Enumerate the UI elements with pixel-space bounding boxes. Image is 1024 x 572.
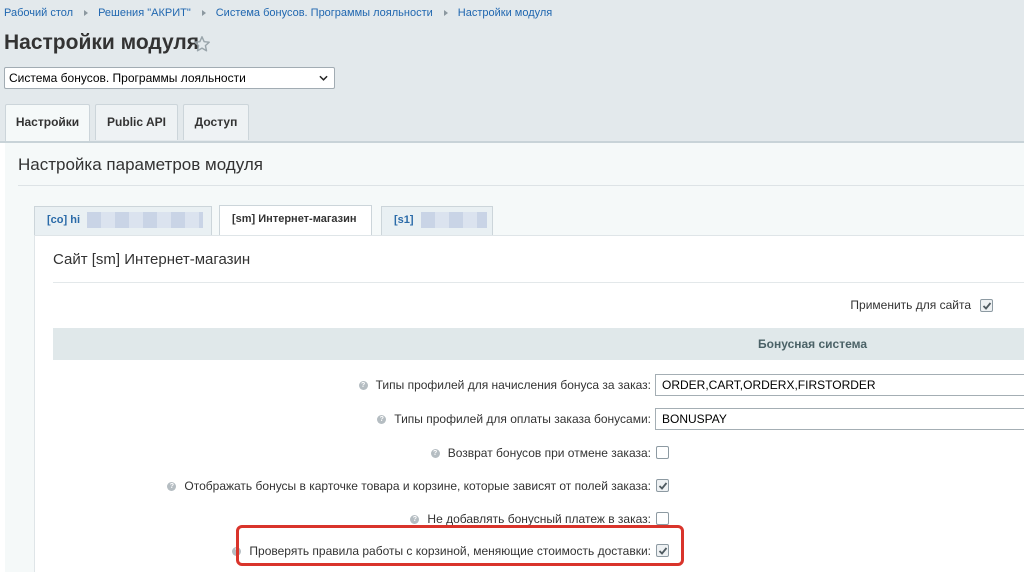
field-label-show-bonuses: ? Отображать бонусы в карточке товара и … — [167, 479, 651, 493]
field-label-no-bonus-payment: ? Не добавлять бонусный платеж в заказ: — [410, 512, 651, 526]
show-bonuses-checkbox[interactable] — [656, 479, 669, 492]
section-divider — [18, 185, 1024, 186]
chevron-down-icon — [319, 75, 328, 81]
checkmark-icon — [982, 302, 992, 310]
site-tab-co-label: [co] hi — [47, 214, 80, 226]
site-tab-sm-label: [sm] Интернет-магазин — [232, 213, 357, 225]
checkmark-icon — [658, 482, 668, 490]
tab-public-api-label: Public API — [107, 115, 166, 129]
no-bonus-payment-checkbox[interactable] — [656, 512, 669, 525]
breadcrumb: Рабочий стол Решения "АКРИТ" Система бон… — [4, 6, 552, 20]
breadcrumb-item-module-settings[interactable]: Настройки модуля — [458, 7, 552, 19]
site-divider — [53, 282, 1024, 283]
section-title: Настройка параметров модуля — [18, 155, 263, 174]
apply-for-site-checkbox[interactable] — [980, 299, 993, 312]
breadcrumb-item-bonus-system[interactable]: Система бонусов. Программы лояльности — [216, 7, 433, 19]
group-header-bonus-system: Бонусная система — [53, 328, 1024, 360]
tab-access-label: Доступ — [194, 115, 238, 129]
obscured-text — [87, 212, 204, 229]
chevron-right-icon — [84, 10, 89, 16]
chevron-right-icon — [443, 10, 448, 16]
module-select[interactable]: Система бонусов. Программы лояльности — [4, 67, 335, 89]
site-tab-s1-label: [s1] — [394, 214, 414, 226]
star-icon[interactable] — [193, 35, 211, 53]
chevron-right-icon — [201, 10, 206, 16]
help-icon[interactable]: ? — [410, 514, 420, 524]
field-label-accrual-profiles: ? Типы профилей для начисления бонуса за… — [358, 378, 651, 392]
tab-public-api[interactable]: Public API — [95, 104, 178, 140]
return-bonuses-checkbox[interactable] — [656, 446, 669, 459]
tab-settings-label: Настройки — [15, 115, 80, 129]
tab-settings[interactable]: Настройки — [5, 104, 90, 142]
breadcrumb-item-solutions[interactable]: Решения "АКРИТ" — [98, 7, 191, 19]
accrual-profiles-input[interactable]: ORDER,CART,ORDERX,FIRSTORDER — [655, 374, 1024, 396]
site-tab-co[interactable]: [co] hi — [34, 206, 212, 235]
site-title: Сайт [sm] Интернет-магазин — [53, 251, 251, 268]
help-icon[interactable]: ? — [358, 380, 368, 390]
help-icon[interactable]: ? — [430, 448, 440, 458]
obscured-text — [420, 212, 487, 229]
site-tab-sm[interactable]: [sm] Интернет-магазин — [219, 205, 372, 236]
field-label-payment-profiles: ? Типы профилей для оплаты заказа бонуса… — [377, 412, 651, 426]
module-select-value: Система бонусов. Программы лояльности — [9, 71, 246, 85]
breadcrumb-item-desktop[interactable]: Рабочий стол — [4, 7, 73, 19]
help-icon[interactable]: ? — [167, 481, 177, 491]
field-label-return-bonuses: ? Возврат бонусов при отмене заказа: — [430, 446, 651, 460]
help-icon[interactable]: ? — [377, 414, 387, 424]
page-title: Настройки модуля — [4, 31, 200, 54]
highlight-annotation — [236, 525, 684, 566]
site-tab-s1[interactable]: [s1] — [381, 206, 493, 235]
apply-for-site-label: Применить для сайта — [850, 298, 971, 312]
payment-profiles-input[interactable]: BONUSPAY — [655, 408, 1024, 430]
tab-access[interactable]: Доступ — [183, 104, 249, 140]
